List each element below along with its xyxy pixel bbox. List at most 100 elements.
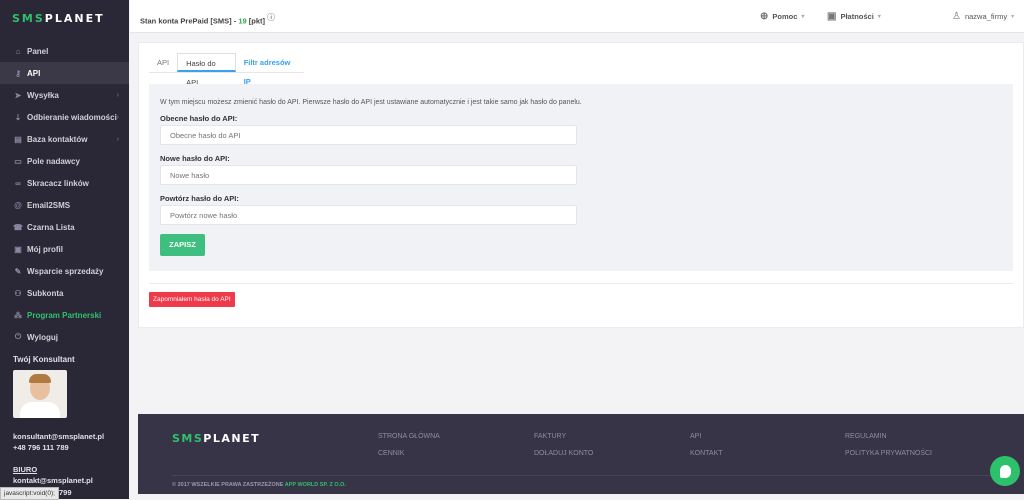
sidebar-item-skracacz-link-w[interactable]: ∞ Skracacz linków bbox=[0, 172, 129, 194]
power-icon: ⏻ bbox=[14, 332, 22, 341]
footer-link[interactable]: KONTAKT bbox=[690, 450, 723, 457]
sidebar-item-baza-kontakt-w[interactable]: ▤ Baza kontaktów › bbox=[0, 128, 129, 150]
user-menu[interactable]: ♙ nazwa_firmy ▾ bbox=[952, 11, 1014, 22]
help-label: Pomoc bbox=[772, 12, 798, 21]
repeat-password-label: Powtórz hasło do API: bbox=[160, 194, 239, 203]
logo[interactable]: SMSPLANET bbox=[12, 12, 105, 25]
sidebar-item-wyloguj[interactable]: ⏻ Wyloguj bbox=[0, 326, 129, 348]
caret-down-icon: ▾ bbox=[801, 14, 805, 20]
balance-label: Stan konta PrePaid [SMS] - bbox=[140, 16, 239, 26]
password-form: W tym miejscu możesz zmienić hasło do AP… bbox=[149, 84, 1013, 271]
sidebar-item-czarna-lista[interactable]: ☎ Czarna Lista bbox=[0, 216, 129, 238]
current-password-input[interactable] bbox=[160, 125, 577, 145]
sidebar-item-odbieranie-wiadomo-ci[interactable]: ⇣ Odbieranie wiadomości › bbox=[0, 106, 129, 128]
status-bar-url: javascript:void(0); bbox=[0, 487, 59, 500]
new-password-label: Nowe hasło do API: bbox=[160, 154, 230, 163]
divider bbox=[149, 283, 1013, 284]
contacts-icon: ▤ bbox=[14, 134, 22, 144]
footer-divider bbox=[172, 475, 1002, 476]
footer: SMSPLANET STRONA GŁÓWNA CENNIK FAKTURY DOŁA… bbox=[138, 414, 1024, 494]
sidebar-item-label: Mój profil bbox=[27, 244, 63, 254]
footer-link[interactable]: API bbox=[690, 433, 701, 440]
footer-link[interactable]: STRONA GŁÓWNA bbox=[378, 433, 440, 440]
phone-block-icon: ☎ bbox=[13, 222, 23, 232]
footer-link[interactable]: POLITYKA PRYWATNOŚCI bbox=[845, 450, 932, 457]
logo-part: PLANET bbox=[203, 432, 261, 445]
chat-button[interactable] bbox=[990, 456, 1020, 486]
footer-logo[interactable]: SMSPLANET bbox=[172, 432, 260, 445]
tab-api-password[interactable]: Hasło do API bbox=[177, 53, 236, 87]
sidebar-item-program-partnerski[interactable]: ⁂ Program Partnerski bbox=[0, 304, 129, 326]
new-password-input[interactable] bbox=[160, 165, 577, 185]
consultant-email[interactable]: konsultant@smsplanet.pl bbox=[13, 432, 104, 441]
tabs: API Hasło do API Filtr adresów IP bbox=[149, 53, 304, 87]
sidebar-item-m-j-profil[interactable]: ▣ Mój profil bbox=[0, 238, 129, 260]
logo-part: PLANET bbox=[44, 12, 105, 25]
chevron-right-icon: › bbox=[116, 113, 119, 121]
payments-menu[interactable]: ▣ Płatności ▾ bbox=[827, 11, 881, 22]
wallet-icon: ▣ bbox=[827, 11, 837, 22]
logo-part: SMS bbox=[172, 432, 204, 445]
sidebar-item-api[interactable]: ⚷ API bbox=[0, 62, 129, 84]
footer-link[interactable]: CENNIK bbox=[378, 450, 404, 457]
sidebar-nav: ⌂ Panel ⚷ API ➤ Wysyłka › ⇣ Odbieranie wiadomośc… bbox=[0, 40, 129, 348]
info-icon[interactable]: ⓘ bbox=[267, 13, 275, 22]
sidebar-item-label: Czarna Lista bbox=[27, 222, 75, 232]
sidebar-item-panel[interactable]: ⌂ Panel bbox=[0, 40, 129, 62]
copyright-text: © 2017 WSZELKIE PRAWA ZASTRZEŻONE bbox=[172, 482, 285, 488]
globe-icon: ⊕ bbox=[760, 11, 769, 22]
consultant-photo bbox=[13, 370, 67, 418]
id-card-icon: ▭ bbox=[14, 156, 22, 166]
download-icon: ⇣ bbox=[14, 112, 22, 122]
sidebar-item-label: Pole nadawcy bbox=[27, 156, 80, 166]
save-button[interactable]: ZAPISZ bbox=[160, 234, 205, 256]
user-icon: ♙ bbox=[952, 11, 961, 22]
company-link[interactable]: APP WORLD SP. Z O.O. bbox=[285, 482, 346, 488]
footer-link[interactable]: REGULAMIN bbox=[845, 433, 887, 440]
sidebar-item-wsparcie-sprzeda-y[interactable]: ✎ Wsparcie sprzedaży bbox=[0, 260, 129, 282]
footer-link[interactable]: DOŁADUJ KONTO bbox=[534, 450, 593, 457]
office-email[interactable]: kontakt@smsplanet.pl bbox=[13, 476, 93, 485]
sidebar: SMSPLANET ⌂ Panel ⚷ API ➤ Wysyłka › ⇣ Odbieranie… bbox=[0, 0, 129, 500]
account-balance: Stan konta PrePaid [SMS] - 19 [pkt] ⓘ bbox=[140, 12, 275, 26]
office-label: BIURO bbox=[13, 465, 38, 474]
at-icon: @ bbox=[14, 200, 22, 210]
sidebar-item-label: Wsparcie sprzedaży bbox=[27, 266, 104, 276]
sidebar-item-label: Subkonta bbox=[27, 288, 64, 298]
balance-value: 19 bbox=[238, 16, 247, 26]
content-card: API Hasło do API Filtr adresów IP W tym … bbox=[138, 42, 1024, 328]
footer-link[interactable]: FAKTURY bbox=[534, 433, 566, 440]
tab-ip-filter[interactable]: Filtr adresów IP bbox=[236, 53, 304, 86]
home-icon: ⌂ bbox=[15, 46, 21, 56]
chevron-right-icon: › bbox=[116, 91, 119, 99]
forgot-password-button[interactable]: Zapomniałem hasła do API bbox=[149, 292, 235, 307]
sidebar-item-subkonta[interactable]: ⚇ Subkonta bbox=[0, 282, 129, 304]
payments-label: Płatności bbox=[840, 12, 874, 21]
consultant-phone: +48 796 111 789 bbox=[13, 443, 69, 452]
sidebar-item-pole-nadawcy[interactable]: ▭ Pole nadawcy bbox=[0, 150, 129, 172]
link-icon: ∞ bbox=[15, 178, 21, 188]
profile-icon: ▣ bbox=[14, 244, 22, 254]
office-phone: 799 bbox=[59, 488, 72, 497]
user-name: nazwa_firmy bbox=[964, 12, 1008, 21]
network-icon: ⁂ bbox=[14, 310, 22, 320]
top-bar: Stan konta PrePaid [SMS] - 19 [pkt] ⓘ ⊕ P… bbox=[130, 0, 1024, 33]
repeat-password-input[interactable] bbox=[160, 205, 577, 225]
sidebar-item-label: API bbox=[27, 68, 41, 78]
sidebar-item-label: Skracacz linków bbox=[27, 178, 89, 188]
current-password-label: Obecne hasło do API: bbox=[160, 114, 238, 123]
sidebar-item-label: Wyloguj bbox=[27, 332, 58, 342]
balance-unit: [pkt] bbox=[246, 16, 266, 26]
tab-api[interactable]: API bbox=[149, 53, 177, 72]
sidebar-item-label: Program Partnerski bbox=[27, 310, 102, 320]
sidebar-item-label: Baza kontaktów bbox=[27, 134, 88, 144]
help-menu[interactable]: ⊕ Pomoc ▾ bbox=[760, 11, 804, 22]
caret-down-icon: ▾ bbox=[1011, 14, 1015, 20]
form-description: W tym miejscu możesz zmienić hasło do AP… bbox=[160, 99, 582, 106]
sidebar-item-label: Email2SMS bbox=[27, 200, 71, 210]
consultant-title: Twój Konsultant bbox=[13, 355, 75, 364]
sidebar-item-email2sms[interactable]: @ Email2SMS bbox=[0, 194, 129, 216]
users-icon: ⚇ bbox=[14, 288, 22, 298]
sidebar-item-wysy-ka[interactable]: ➤ Wysyłka › bbox=[0, 84, 129, 106]
sidebar-item-label: Panel bbox=[27, 46, 49, 56]
